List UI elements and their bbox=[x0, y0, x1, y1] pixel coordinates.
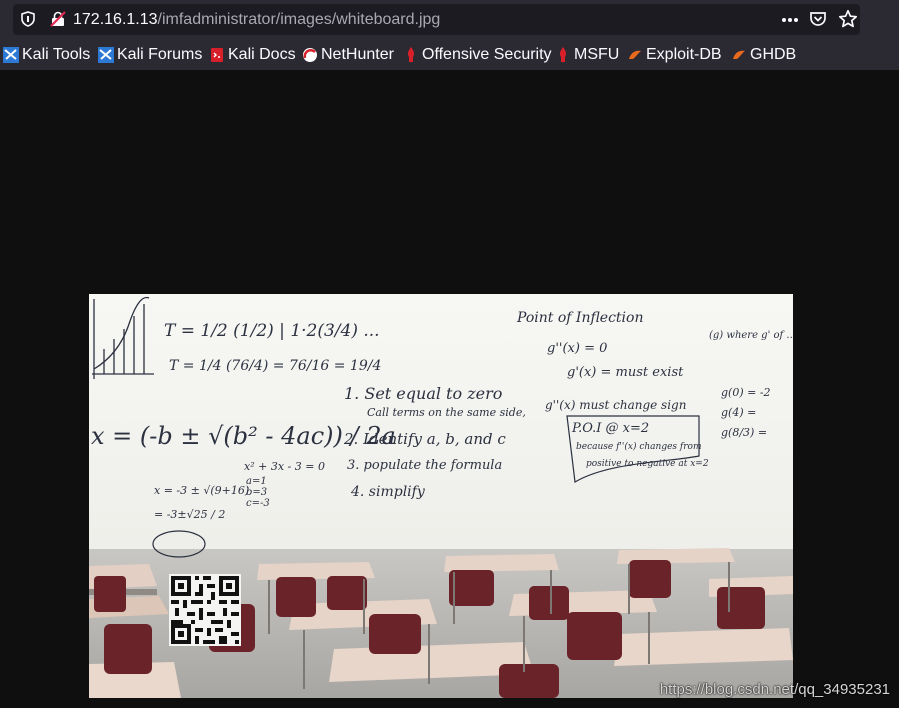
work-line: x = -3 ± √(9+16) bbox=[154, 484, 249, 497]
bookmark-star-icon[interactable] bbox=[838, 9, 858, 29]
url-host: 172.16.1.13 bbox=[73, 11, 158, 28]
bookmark-label: GHDB bbox=[750, 46, 797, 63]
work-line: = -3±√25 / 2 bbox=[154, 508, 225, 521]
qr-code-image bbox=[169, 574, 241, 646]
formula-line: T = 1/4 (76/4) = 76/16 = 19/4 bbox=[169, 358, 381, 374]
address-bar[interactable]: 172.16.1.13/imfadministrator/images/whit… bbox=[13, 4, 860, 35]
nethunter-icon bbox=[303, 48, 317, 62]
inflection-line: g'(x) = must exist bbox=[567, 365, 684, 380]
kali-dragon-icon bbox=[3, 47, 19, 63]
right-note: g(0) = -2 bbox=[721, 386, 771, 399]
bookmark-label: MSFU bbox=[574, 46, 620, 63]
page-actions-menu-icon[interactable] bbox=[780, 10, 800, 30]
kali-docs-icon bbox=[211, 48, 223, 62]
pocket-icon[interactable] bbox=[809, 10, 827, 28]
step-line: 1. Set equal to zero bbox=[344, 384, 502, 403]
tracking-protection-shield-icon[interactable] bbox=[20, 11, 36, 27]
example-line: b=3 bbox=[246, 487, 267, 498]
insecure-lock-icon[interactable] bbox=[50, 11, 66, 27]
offsec-icon bbox=[559, 47, 567, 62]
exploitdb-icon bbox=[629, 50, 641, 59]
example-line: a=1 bbox=[246, 476, 267, 487]
bookmark-label: Exploit-DB bbox=[646, 46, 722, 63]
right-note: (g) where g' of ... bbox=[709, 330, 793, 341]
kali-dragon-icon bbox=[98, 47, 114, 63]
example-line: c=-3 bbox=[246, 498, 270, 509]
step-line: 3. populate the formula bbox=[347, 458, 502, 473]
step-line: 4. simplify bbox=[350, 484, 426, 500]
bookmark-label: Kali Tools bbox=[22, 46, 91, 63]
bookmark-label: Kali Docs bbox=[228, 46, 296, 63]
watermark-text: https://blog.csdn.net/qq_34935231 bbox=[659, 681, 890, 698]
browser-toolbar: 172.16.1.13/imfadministrator/images/whit… bbox=[0, 0, 899, 40]
inflection-line: P.O.I @ x=2 bbox=[571, 421, 649, 436]
step-line: 2. Identify a, b, and c bbox=[343, 430, 506, 448]
formula-line: T = 1/2 (1/2) | 1·2(3/4) ... bbox=[164, 321, 380, 341]
step-line: Call terms on the same side, bbox=[367, 406, 526, 419]
exploitdb-icon bbox=[733, 50, 745, 59]
right-note: g(4) = bbox=[721, 406, 756, 419]
url-text[interactable]: 172.16.1.13/imfadministrator/images/whit… bbox=[73, 4, 440, 35]
inflection-title: Point of Inflection bbox=[516, 310, 643, 326]
image-viewer: T = 1/2 (1/2) | 1·2(3/4) ... T = 1/4 (76… bbox=[0, 70, 899, 708]
url-path: /imfadministrator/images/whiteboard.jpg bbox=[157, 11, 441, 28]
bookmark-label: NetHunter bbox=[321, 46, 394, 63]
bookmarks-toolbar: Kali Tools Kali Forums Kali Docs NetHunt… bbox=[0, 40, 899, 70]
inflection-line: g''(x) = 0 bbox=[547, 341, 607, 356]
classroom-scene: T = 1/2 (1/2) | 1·2(3/4) ... T = 1/4 (76… bbox=[89, 294, 793, 698]
whiteboard-photo[interactable]: T = 1/2 (1/2) | 1·2(3/4) ... T = 1/4 (76… bbox=[89, 294, 793, 698]
right-note: g(8/3) = bbox=[721, 426, 767, 439]
example-line: x² + 3x - 3 = 0 bbox=[244, 460, 325, 473]
offsec-icon bbox=[407, 47, 415, 62]
bookmark-label: Kali Forums bbox=[117, 46, 203, 63]
inflection-line: g''(x) must change sign bbox=[545, 398, 686, 412]
inflection-line: because f''(x) changes from bbox=[576, 441, 702, 452]
bookmark-label: Offensive Security bbox=[422, 46, 552, 63]
inflection-line: positive to negative at x=2 bbox=[586, 459, 709, 469]
